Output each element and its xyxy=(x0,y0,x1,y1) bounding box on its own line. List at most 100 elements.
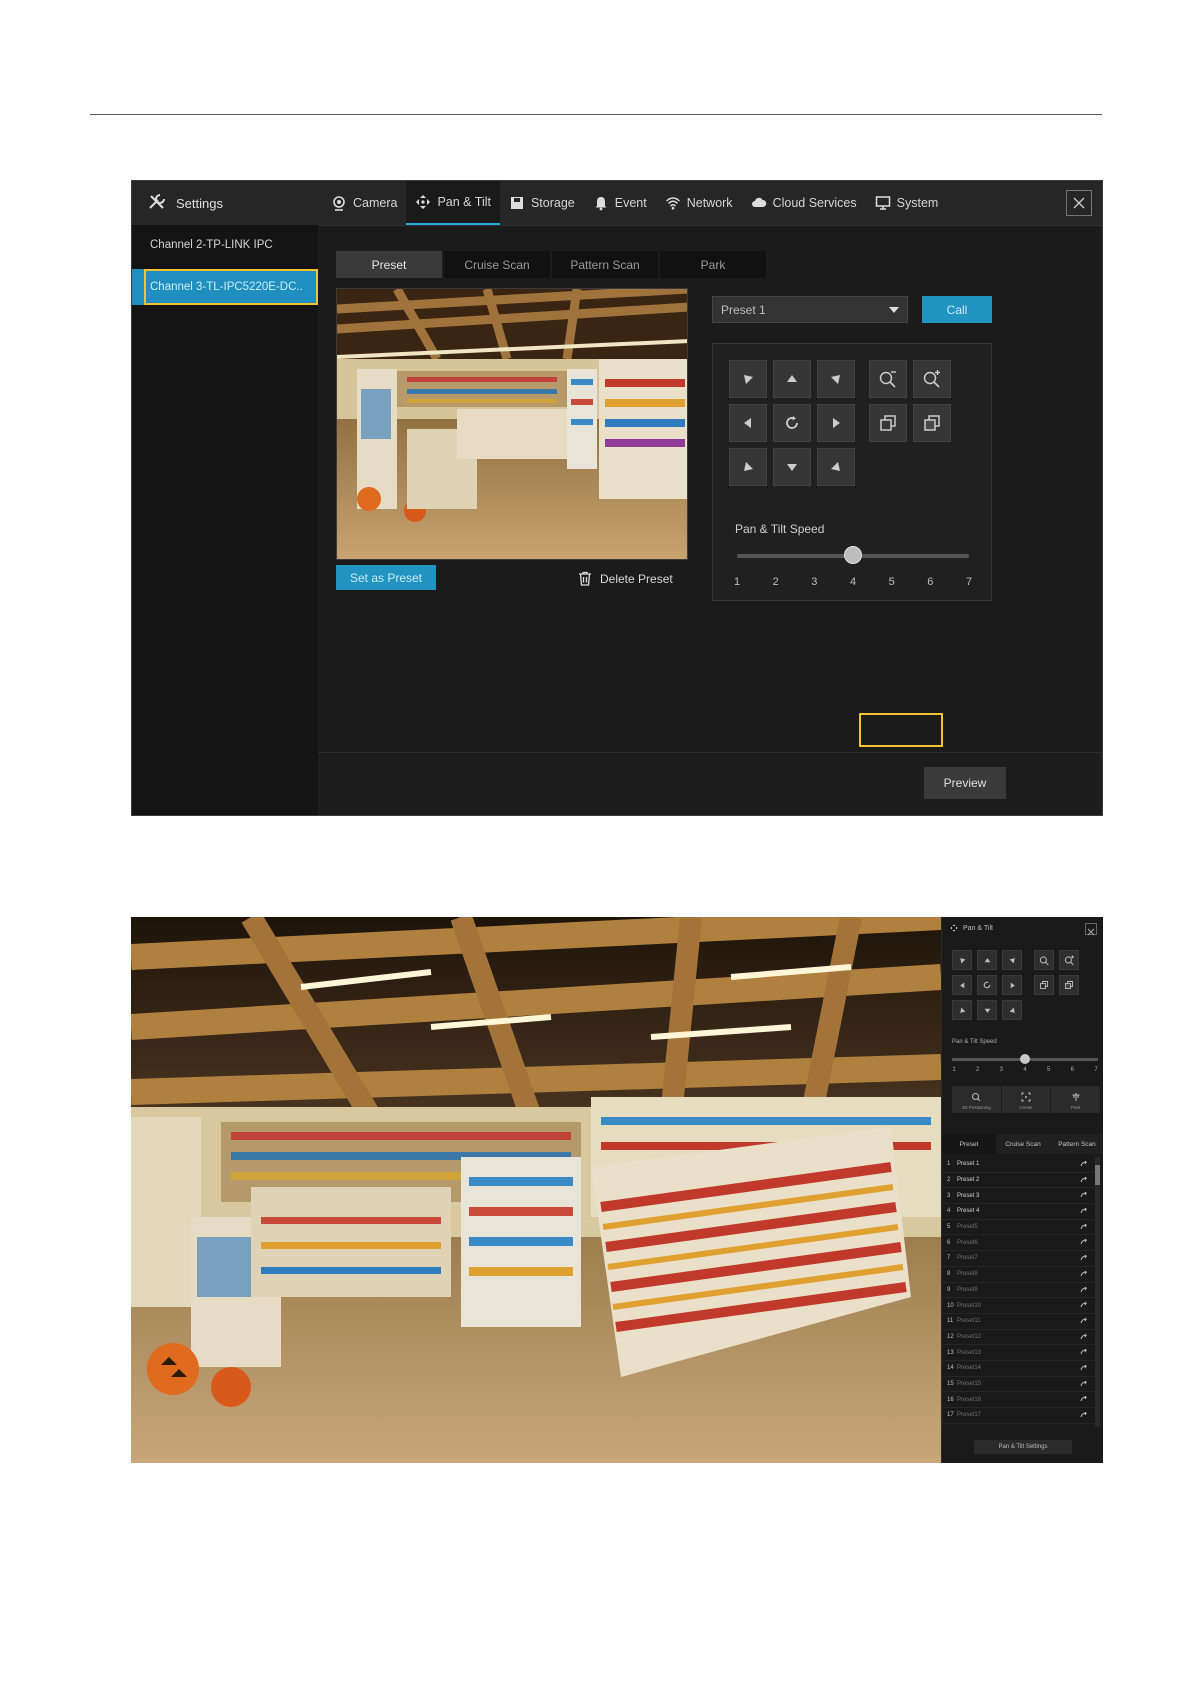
auto-rotate-button[interactable] xyxy=(977,975,997,995)
call-preset-icon[interactable] xyxy=(1080,1255,1088,1261)
tab-cruise-scan[interactable]: Cruise Scan xyxy=(996,1134,1050,1154)
center-button[interactable]: Center xyxy=(1001,1086,1051,1113)
tilt-down-button[interactable] xyxy=(977,1000,997,1020)
focus-far-icon xyxy=(924,415,940,431)
pan-down-right-button[interactable] xyxy=(1002,1000,1022,1020)
zoom-in-button[interactable] xyxy=(913,360,951,398)
preset-row[interactable]: 3 Preset 3 xyxy=(942,1188,1094,1205)
call-preset-icon[interactable] xyxy=(1080,1286,1088,1293)
call-preset-icon[interactable] xyxy=(1080,1364,1088,1371)
preset-row[interactable]: 12 Preset12 xyxy=(942,1330,1094,1346)
preset-row[interactable]: 2 Preset 2 xyxy=(942,1173,1094,1189)
tab-pan-tilt[interactable]: Pan & Tilt xyxy=(406,181,500,225)
call-preset-icon[interactable] xyxy=(1080,1239,1088,1245)
pan-left-button[interactable] xyxy=(729,404,767,442)
bell-icon xyxy=(595,197,607,211)
tilt-down-button[interactable] xyxy=(773,448,811,486)
delete-preset-button[interactable]: Delete Preset xyxy=(578,571,673,586)
tab-system[interactable]: System xyxy=(866,181,948,225)
tab-camera[interactable]: Camera xyxy=(322,181,406,225)
arrow-down-left-icon xyxy=(744,462,753,471)
tilt-up-button[interactable] xyxy=(773,360,811,398)
call-button[interactable]: Call xyxy=(922,296,992,323)
tab-label: Event xyxy=(614,196,647,210)
zoom-out-button[interactable] xyxy=(1034,950,1054,970)
function-label: Park xyxy=(1071,1105,1081,1110)
focus-far-button[interactable] xyxy=(1059,975,1079,995)
preset-row[interactable]: 8 Preset8 xyxy=(942,1267,1094,1283)
tab-storage[interactable]: Storage xyxy=(500,181,584,225)
call-preset-icon[interactable] xyxy=(1080,1223,1088,1230)
pan-right-button[interactable] xyxy=(817,404,855,442)
close-button[interactable] xyxy=(1066,190,1092,216)
preset-row[interactable]: 14 Preset14 xyxy=(942,1361,1094,1377)
pan-up-right-button[interactable] xyxy=(1002,950,1022,970)
zoom-out-button[interactable] xyxy=(869,360,907,398)
call-preset-icon[interactable] xyxy=(1080,1333,1088,1340)
pan-tilt-speed-label: Pan & Tilt Speed xyxy=(735,522,825,536)
tab-cloud-services[interactable]: Cloud Services xyxy=(742,181,866,225)
preset-row[interactable]: 5 Preset5 xyxy=(942,1220,1094,1236)
panel-close-button[interactable] xyxy=(1085,923,1097,936)
call-preset-icon[interactable] xyxy=(1080,1208,1088,1214)
tab-preset[interactable]: Preset xyxy=(942,1134,996,1154)
preset-row[interactable]: 1 Preset 1 xyxy=(942,1157,1094,1173)
preset-list-scrollbar[interactable] xyxy=(1095,1157,1100,1427)
call-preset-icon[interactable] xyxy=(1080,1176,1088,1183)
scrollbar-thumb[interactable] xyxy=(1095,1165,1100,1185)
speed-slider-thumb[interactable] xyxy=(844,546,862,564)
tab-network[interactable]: Network xyxy=(656,181,742,225)
subtab-pattern-scan[interactable]: Pattern Scan xyxy=(552,251,658,278)
speed-slider-thumb[interactable] xyxy=(1020,1054,1030,1064)
pan-right-button[interactable] xyxy=(1002,975,1022,995)
preset-row[interactable]: 11 Preset11 xyxy=(942,1314,1094,1330)
preset-row[interactable]: 15 Preset15 xyxy=(942,1377,1094,1393)
focus-far-button[interactable] xyxy=(913,404,951,442)
preset-select[interactable]: Preset 1 xyxy=(712,296,908,323)
pan-tilt-settings-button[interactable]: Pan & Tilt Settings xyxy=(974,1440,1072,1454)
live-camera-feed xyxy=(131,917,941,1463)
preview-button[interactable]: Preview xyxy=(924,767,1006,799)
subtab-park[interactable]: Park xyxy=(660,251,766,278)
subtab-cruise-scan[interactable]: Cruise Scan xyxy=(444,251,550,278)
pan-up-left-button[interactable] xyxy=(729,360,767,398)
pan-down-right-button[interactable] xyxy=(817,448,855,486)
zoom-in-button[interactable] xyxy=(1059,950,1079,970)
preset-row[interactable]: 10 Preset10 xyxy=(942,1298,1094,1314)
preset-row[interactable]: 16 Preset16 xyxy=(942,1392,1094,1408)
call-preset-icon[interactable] xyxy=(1080,1192,1088,1198)
call-preset-icon[interactable] xyxy=(1080,1302,1088,1308)
focus-near-button[interactable] xyxy=(1034,975,1054,995)
pan-up-left-button[interactable] xyxy=(952,950,972,970)
3d-positioning-button[interactable]: 3D Positioning xyxy=(952,1086,1001,1113)
preset-row[interactable]: 13 Preset13 xyxy=(942,1345,1094,1361)
preset-row[interactable]: 4 Preset 4 xyxy=(942,1204,1094,1220)
preset-row[interactable]: 17 Preset17 xyxy=(942,1408,1094,1424)
tab-event[interactable]: Event xyxy=(584,181,656,225)
sidebar-item-channel-2[interactable]: Channel 2-TP-LINK IPC xyxy=(132,227,318,263)
preset-row[interactable]: 6 Preset6 xyxy=(942,1235,1094,1252)
pan-left-button[interactable] xyxy=(952,975,972,995)
tab-pattern-scan[interactable]: Pattern Scan xyxy=(1050,1134,1103,1154)
pan-down-left-button[interactable] xyxy=(729,448,767,486)
call-preset-icon[interactable] xyxy=(1080,1396,1088,1402)
rotate-icon xyxy=(983,981,991,989)
tilt-up-button[interactable] xyxy=(977,950,997,970)
call-preset-icon[interactable] xyxy=(1080,1380,1088,1387)
call-preset-icon[interactable] xyxy=(1080,1349,1088,1355)
focus-near-button[interactable] xyxy=(869,404,907,442)
speed-tick: 5 xyxy=(1046,1067,1051,1073)
subtab-preset[interactable]: Preset xyxy=(336,251,442,278)
preset-row[interactable]: 7 Preset7 xyxy=(942,1251,1094,1267)
preset-number: 11 xyxy=(947,1318,954,1325)
pan-up-right-button[interactable] xyxy=(817,360,855,398)
park-button[interactable]: Park xyxy=(1051,1086,1101,1113)
pan-down-left-button[interactable] xyxy=(952,1000,972,1020)
preset-row[interactable]: 9 Preset9 xyxy=(942,1283,1094,1299)
auto-rotate-button[interactable] xyxy=(773,404,811,442)
call-preset-icon[interactable] xyxy=(1080,1161,1088,1167)
call-preset-icon[interactable] xyxy=(1080,1317,1088,1324)
set-as-preset-button[interactable]: Set as Preset xyxy=(336,565,436,590)
call-preset-icon[interactable] xyxy=(1080,1270,1088,1277)
call-preset-icon[interactable] xyxy=(1080,1412,1088,1418)
